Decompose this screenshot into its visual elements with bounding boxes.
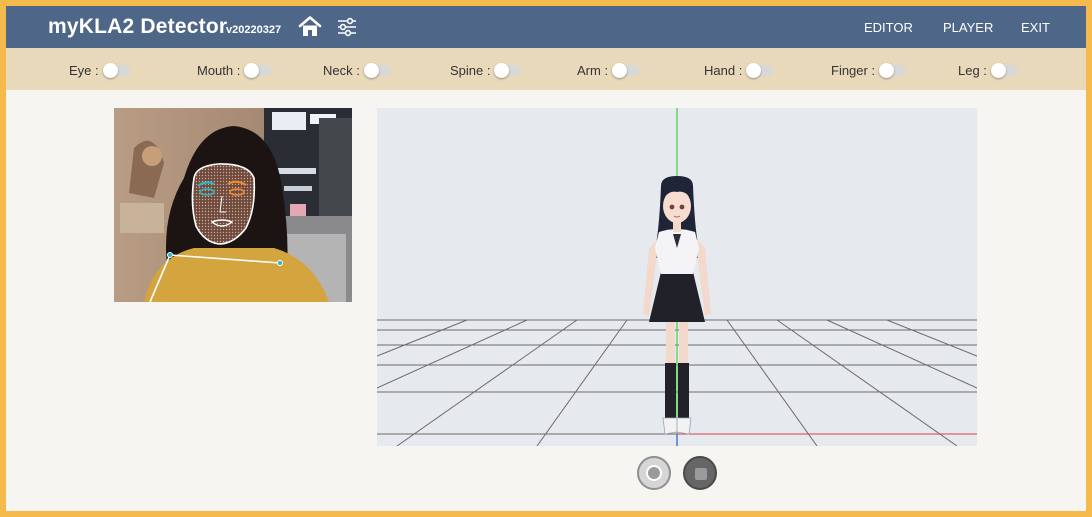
toggle-finger: Finger :: [831, 63, 907, 78]
toggle-hand-label: Hand :: [704, 63, 743, 78]
switch-knob: [990, 63, 1006, 78]
toggle-mouth-label: Mouth :: [197, 63, 241, 78]
switch-knob: [244, 63, 260, 78]
switch-knob: [363, 63, 379, 78]
top-navbar: myKLA2 Detector v20220327 EDITOR PLAYER …: [6, 6, 1086, 48]
home-icon[interactable]: [298, 15, 322, 39]
nav-exit-link[interactable]: EXIT: [1021, 20, 1050, 35]
app-title: myKLA2 Detector: [48, 15, 228, 38]
toggle-arm-switch[interactable]: [612, 63, 640, 78]
toggle-hand-switch[interactable]: [746, 63, 774, 78]
stop-button[interactable]: [683, 456, 717, 490]
toggle-spine-label: Spine :: [450, 63, 491, 78]
toggle-hand: Hand :: [704, 63, 774, 78]
nav-editor-link[interactable]: EDITOR: [864, 20, 913, 35]
toggle-finger-label: Finger :: [831, 63, 876, 78]
nav-player-link[interactable]: PLAYER: [943, 20, 993, 35]
toggle-spine: Spine :: [450, 63, 522, 78]
toggle-neck-switch[interactable]: [363, 63, 391, 78]
switch-knob: [879, 63, 895, 78]
app-version: v20220327: [226, 24, 282, 36]
toggle-arm-label: Arm :: [577, 63, 609, 78]
switch-knob: [612, 63, 628, 78]
toggle-spine-switch[interactable]: [494, 63, 522, 78]
toggle-mouth: Mouth :: [197, 63, 272, 78]
switch-knob: [494, 63, 510, 78]
toggle-eye: Eye :: [69, 63, 130, 78]
record-button[interactable]: [637, 456, 671, 490]
toggle-leg-label: Leg :: [958, 63, 987, 78]
toggle-leg-switch[interactable]: [990, 63, 1018, 78]
sliders-icon[interactable]: [336, 16, 358, 38]
toggle-arm: Arm :: [577, 63, 640, 78]
toggle-eye-switch[interactable]: [102, 63, 130, 78]
switch-knob: [102, 63, 118, 78]
toggle-mouth-switch[interactable]: [244, 63, 272, 78]
webcam-image: [114, 108, 352, 302]
toggle-eye-label: Eye :: [69, 63, 99, 78]
tracking-toggle-bar: Eye : Mouth : Neck : Spine : Arm : Hand …: [6, 48, 1086, 90]
toggle-neck: Neck :: [323, 63, 391, 78]
avatar-scene: [377, 108, 977, 446]
switch-knob: [746, 63, 762, 78]
toggle-leg: Leg :: [958, 63, 1018, 78]
avatar-3d-viewport[interactable]: [377, 108, 977, 446]
webcam-feed: [114, 108, 352, 302]
stop-icon: [695, 468, 707, 480]
toggle-neck-label: Neck :: [323, 63, 360, 78]
toggle-finger-switch[interactable]: [879, 63, 907, 78]
app-window: myKLA2 Detector v20220327 EDITOR PLAYER …: [6, 6, 1086, 511]
record-icon: [646, 465, 662, 481]
